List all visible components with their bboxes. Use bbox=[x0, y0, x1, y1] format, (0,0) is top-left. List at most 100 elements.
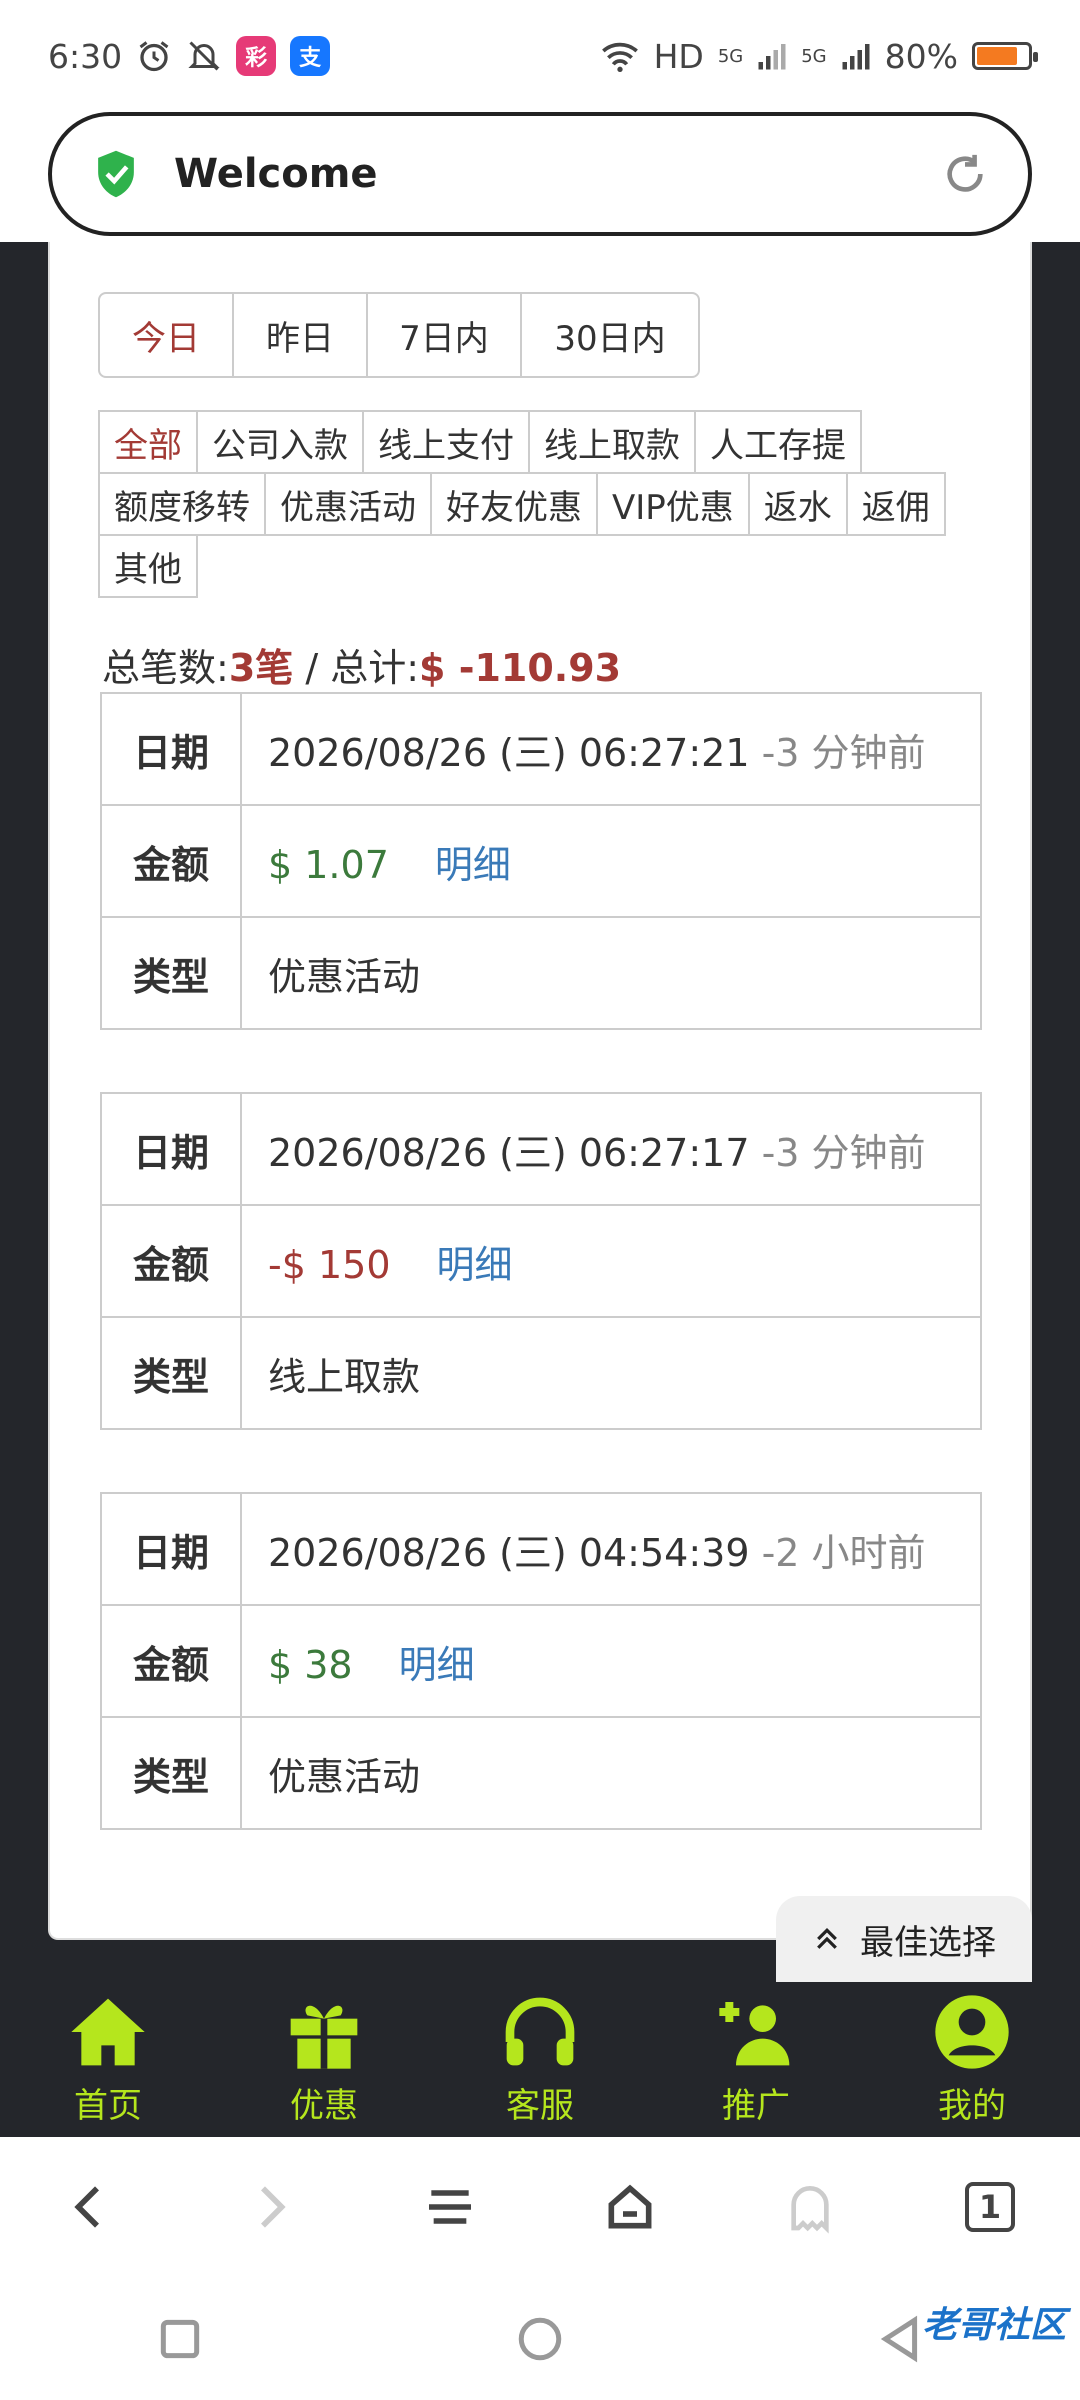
tag-vip-bonus[interactable]: VIP优惠 bbox=[596, 472, 750, 536]
reload-icon[interactable] bbox=[942, 151, 988, 197]
recent-apps-icon[interactable] bbox=[155, 2314, 205, 2364]
chevron-up-icon bbox=[817, 1927, 837, 1949]
record-date-row: 日期 2026/08/26 (三) 04:54:39 -2 小时前 bbox=[100, 1492, 982, 1606]
headset-icon bbox=[505, 1997, 575, 2066]
type-value: 线上取款 bbox=[240, 1316, 982, 1430]
ghost-icon bbox=[791, 2186, 829, 2234]
summary: 总笔数: 3笔 / 总计: $ -110.93 bbox=[102, 637, 621, 692]
date-value: 2026/08/26 (三) 06:27:17 -3 分钟前 bbox=[240, 1092, 982, 1206]
transaction-card: 今日 昨日 7日内 30日内 全部 公司入款 线上支付 线上取款 人工存提 额度… bbox=[48, 242, 1032, 1940]
amount-text: $ 1.07 bbox=[268, 842, 389, 887]
date-label: 日期 bbox=[100, 1492, 242, 1606]
back-triangle-icon[interactable] bbox=[875, 2314, 925, 2364]
amount-label: 金额 bbox=[100, 1204, 242, 1318]
signal-icon bbox=[758, 44, 786, 70]
back-button[interactable] bbox=[55, 2172, 125, 2242]
signal1-label: 5G bbox=[717, 45, 744, 67]
nav-support-label: 客服 bbox=[506, 2086, 574, 2126]
chevron-left-icon bbox=[74, 2186, 99, 2228]
tag-commission[interactable]: 返佣 bbox=[845, 472, 946, 536]
tag-online-withdraw[interactable]: 线上取款 bbox=[528, 410, 696, 474]
date-value: 2026/08/26 (三) 06:27:21 -3 分钟前 bbox=[240, 692, 982, 806]
amount-text: -$ 150 bbox=[268, 1242, 391, 1287]
watermark-logo: 老哥社区 bbox=[921, 2305, 1066, 2346]
date-label: 日期 bbox=[100, 692, 242, 806]
time-ago: -3 分钟前 bbox=[761, 1130, 926, 1175]
home-outline-icon bbox=[608, 2184, 652, 2229]
tag-transfer[interactable]: 额度移转 bbox=[98, 472, 266, 536]
status-bar: 6:30 彩 支 HD 5G 5G 80% bbox=[0, 0, 1080, 112]
alarm-icon bbox=[139, 41, 169, 72]
detail-link[interactable]: 明细 bbox=[399, 1643, 475, 1687]
tabs-button[interactable]: 1 bbox=[955, 2172, 1025, 2242]
nav-promotions[interactable]: 优惠 bbox=[216, 1982, 432, 2137]
lottery-app-icon: 彩 bbox=[236, 36, 277, 76]
status-left: 6:30 彩 支 bbox=[48, 36, 331, 76]
tab-30days[interactable]: 30日内 bbox=[522, 294, 698, 376]
detail-link[interactable]: 明细 bbox=[435, 843, 511, 887]
tag-friend-bonus[interactable]: 好友优惠 bbox=[430, 472, 598, 536]
type-label: 类型 bbox=[100, 916, 242, 1030]
tab-today[interactable]: 今日 bbox=[100, 294, 234, 376]
amount-value: $ 1.07 明细 bbox=[240, 804, 982, 918]
record-amount-row: 金额 $ 38 明细 bbox=[100, 1604, 982, 1718]
signal-icon-2 bbox=[842, 44, 870, 70]
amount-label: 金额 bbox=[100, 1604, 242, 1718]
add-user-icon bbox=[719, 2002, 790, 2066]
type-value: 优惠活动 bbox=[240, 916, 982, 1030]
time-ago: -2 小时前 bbox=[761, 1530, 926, 1575]
gift-icon bbox=[290, 2005, 358, 2069]
home-circle-icon[interactable] bbox=[515, 2314, 565, 2364]
url-bar[interactable]: Welcome bbox=[48, 112, 1032, 236]
home-icon bbox=[71, 1998, 145, 2066]
nav-profile-label: 我的 bbox=[938, 2086, 1006, 2126]
time-ago: -3 分钟前 bbox=[761, 730, 926, 775]
menu-icon bbox=[429, 2190, 471, 2224]
forward-button[interactable] bbox=[235, 2172, 305, 2242]
network-label: HD bbox=[653, 36, 704, 76]
chevron-right-icon bbox=[261, 2186, 286, 2228]
count-value: 3笔 bbox=[228, 646, 294, 690]
browser-toolbar: 1 bbox=[0, 2137, 1080, 2277]
record-item: 日期 2026/08/26 (三) 06:27:17 -3 分钟前 金额 -$ … bbox=[100, 1092, 982, 1430]
incognito-button[interactable] bbox=[775, 2172, 845, 2242]
best-choice-label: 最佳选择 bbox=[860, 1922, 996, 1963]
nav-home[interactable]: 首页 bbox=[0, 1982, 216, 2137]
count-label: 总笔数: bbox=[102, 646, 229, 690]
tag-company-deposit[interactable]: 公司入款 bbox=[196, 410, 364, 474]
status-time: 6:30 bbox=[48, 36, 123, 76]
total-label: 总计: bbox=[330, 646, 420, 690]
wifi-icon bbox=[601, 42, 638, 72]
best-choice-button[interactable]: 最佳选择 bbox=[776, 1896, 1032, 1982]
home-button[interactable] bbox=[595, 2172, 665, 2242]
record-type-row: 类型 优惠活动 bbox=[100, 1716, 982, 1830]
tag-other[interactable]: 其他 bbox=[98, 534, 198, 598]
shield-check-icon bbox=[98, 150, 134, 198]
date-text: 2026/08/26 (三) 06:27:21 bbox=[268, 730, 750, 775]
tag-all[interactable]: 全部 bbox=[98, 410, 198, 474]
type-filter-tags: 全部 公司入款 线上支付 线上取款 人工存提 额度移转 优惠活动 好友优惠 VI… bbox=[98, 410, 998, 598]
tag-online-payment[interactable]: 线上支付 bbox=[362, 410, 530, 474]
tab-yesterday[interactable]: 昨日 bbox=[234, 294, 368, 376]
type-label: 类型 bbox=[100, 1316, 242, 1430]
tab-7days[interactable]: 7日内 bbox=[368, 294, 522, 376]
tab-count: 1 bbox=[965, 2182, 1015, 2232]
detail-link[interactable]: 明细 bbox=[437, 1243, 513, 1287]
record-date-row: 日期 2026/08/26 (三) 06:27:21 -3 分钟前 bbox=[100, 692, 982, 806]
tag-rebate[interactable]: 返水 bbox=[747, 472, 848, 536]
record-item: 日期 2026/08/26 (三) 06:27:21 -3 分钟前 金额 $ 1… bbox=[100, 692, 982, 1030]
alipay-icon: 支 bbox=[290, 36, 331, 76]
menu-button[interactable] bbox=[415, 2172, 485, 2242]
nav-profile[interactable]: 我的 bbox=[864, 1982, 1080, 2137]
records-list: 日期 2026/08/26 (三) 06:27:21 -3 分钟前 金额 $ 1… bbox=[100, 692, 982, 1892]
nav-support[interactable]: 客服 bbox=[432, 1982, 648, 2137]
mute-bell-icon bbox=[188, 41, 220, 71]
total-value: $ -110.93 bbox=[419, 646, 622, 690]
amount-value: -$ 150 明细 bbox=[240, 1204, 982, 1318]
signal2-label: 5G bbox=[801, 45, 827, 67]
tag-manual[interactable]: 人工存提 bbox=[694, 410, 862, 474]
date-label: 日期 bbox=[100, 1092, 242, 1206]
amount-text: $ 38 bbox=[268, 1642, 353, 1687]
nav-referral[interactable]: 推广 bbox=[648, 1982, 864, 2137]
tag-promotion[interactable]: 优惠活动 bbox=[264, 472, 432, 536]
